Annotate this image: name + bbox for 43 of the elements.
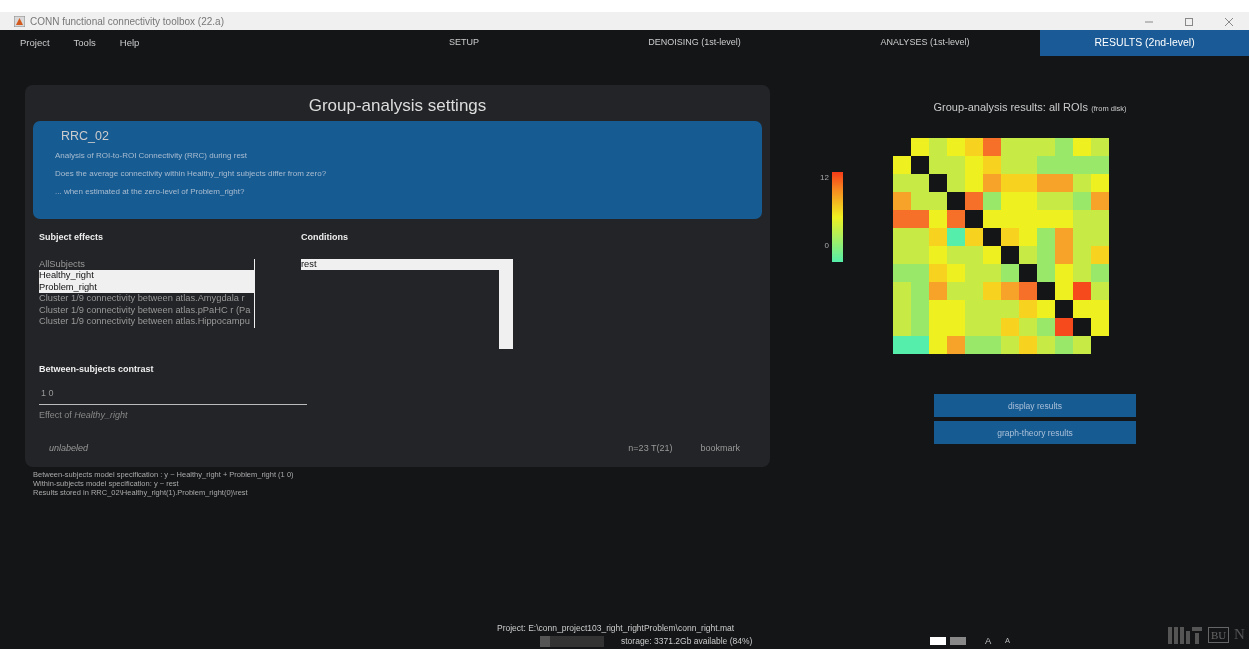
list-item[interactable]: Cluster 1/9 connectivity between atlas.Hippocampu [39, 316, 254, 328]
contrast-name: unlabeled [49, 442, 89, 455]
list-item[interactable]: rest [301, 258, 499, 270]
bu-logo: BU [1208, 627, 1230, 643]
bookmark-link[interactable]: bookmark [700, 442, 740, 456]
dark-theme-icon[interactable] [950, 637, 966, 645]
contrast-field[interactable]: 1 0 [39, 384, 307, 405]
analysis-description: ... when estimated at the zero-level of Problem_right? [55, 185, 246, 198]
panel-title: Group-analysis settings [307, 95, 488, 117]
list-item[interactable]: Cluster 1/9 connectivity between atlas.Amygdala r [39, 293, 254, 305]
tab[interactable]: ANALYSES (1st-level) [809, 30, 1041, 56]
storage-label: storage: 3371.2Gb available (84%) [621, 635, 753, 648]
tab[interactable]: SETUP [348, 30, 580, 56]
app-icon [14, 15, 25, 27]
list-item[interactable]: Cluster 1/9 connectivity between atlas.pPaHC r (Pa [39, 304, 254, 316]
contrast-effect: Effect of Healthy_right [39, 408, 129, 422]
maximize-icon[interactable] [1184, 16, 1194, 27]
stats-label: n=23 T(21) [628, 442, 673, 455]
mit-logo [1168, 627, 1202, 644]
window-title: CONN functional connectivity toolbox (22.a) [30, 14, 224, 29]
tab[interactable]: RESULTS (2nd-level) [1040, 30, 1249, 56]
analysis-description: Analysis of ROI-to-ROI Connectivity (RRC) during rest [55, 149, 249, 162]
results-button[interactable]: display results [934, 393, 1136, 417]
font-size-button[interactable]: A [985, 634, 992, 649]
tab[interactable]: DENOISING (1st-level) [579, 30, 810, 56]
n-logo: N [1234, 626, 1245, 643]
results-button[interactable]: graph-theory results [934, 420, 1136, 444]
section-label: Subject effects [39, 231, 105, 244]
menu-item[interactable]: Tools [61, 35, 108, 51]
light-theme-icon[interactable] [930, 637, 946, 645]
project-path: Project: E:\conn_project103_right_rightProblem\conn_right.mat [497, 622, 735, 635]
section-label: Conditions [301, 231, 349, 244]
close-icon[interactable] [1224, 16, 1234, 27]
colorbar-max-label: 12 [820, 171, 829, 184]
list-item[interactable]: AllSubjects [39, 258, 254, 270]
analysis-description: Does the average connectivity within Healthy_right subjects differ from zero? [55, 167, 328, 180]
menu-item[interactable]: Help [107, 35, 152, 51]
colorbar-min-label: 0 [823, 239, 829, 252]
analysis-name: RRC_02 [60, 128, 110, 145]
scrollbar[interactable] [499, 258, 513, 349]
list-item[interactable]: Healthy_right [39, 270, 254, 282]
section-label: Between-subjects contrast [39, 362, 155, 376]
menu-item[interactable]: Project [8, 35, 62, 51]
